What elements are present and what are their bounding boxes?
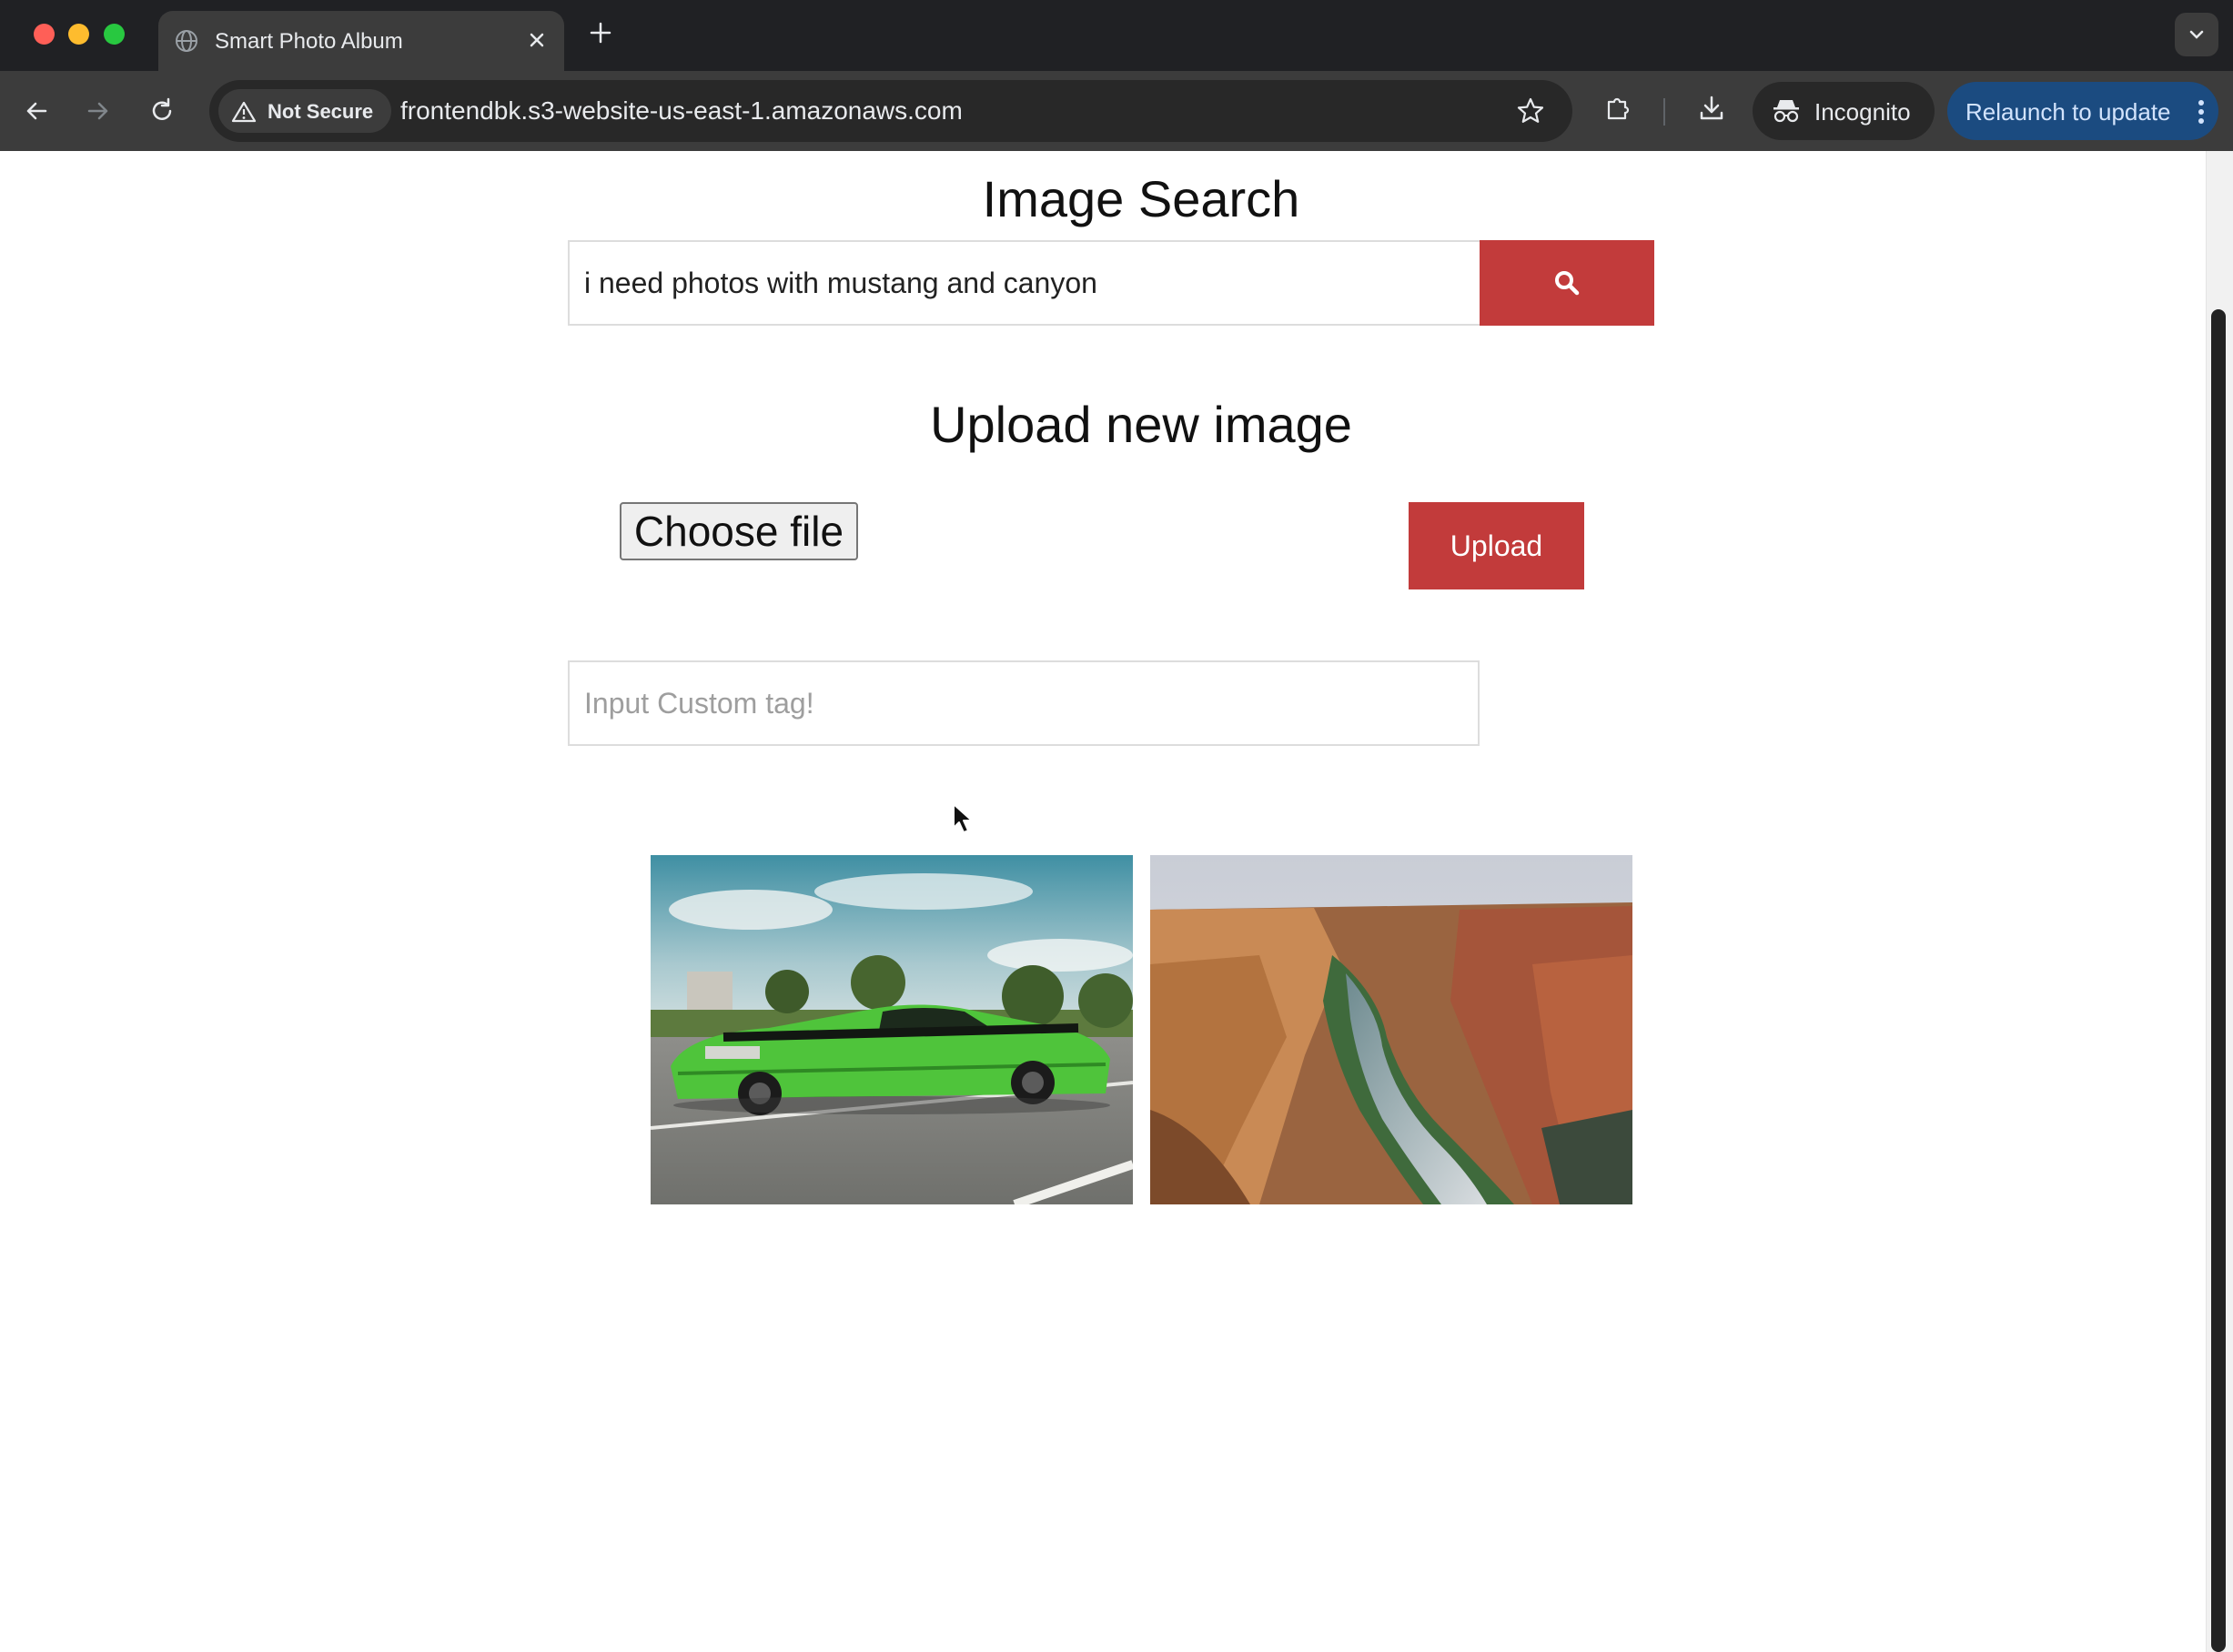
upload-heading: Upload new image [930,396,1352,453]
star-icon[interactable] [1516,96,1545,130]
tab-strip: Smart Photo Album [0,0,2233,71]
incognito-label: Incognito [1814,98,1911,126]
search-input[interactable] [568,240,1480,326]
mouse-cursor-icon [952,802,975,840]
browser-tab[interactable]: Smart Photo Album [158,11,564,71]
choose-file-button[interactable]: Choose file [620,502,858,560]
url-text[interactable]: frontendbk.s3-website-us-east-1.amazonaw… [400,96,963,126]
page-content: Image Search Upload new image Choose fil… [0,151,2206,1652]
search-button[interactable] [1480,240,1654,326]
upload-button[interactable]: Upload [1409,502,1584,589]
toolbar-divider [1663,98,1665,126]
security-label: Not Secure [268,100,374,123]
result-image-canyon[interactable] [1150,855,1632,1204]
globe-icon [175,29,198,57]
minimize-window-button[interactable] [68,24,89,45]
address-bar[interactable]: Not Secure frontendbk.s3-website-us-east… [209,80,1572,142]
reload-icon[interactable] [146,95,178,127]
relaunch-label: Relaunch to update [1965,98,2171,126]
tab-search-button[interactable] [2175,13,2218,56]
result-image-mustang[interactable] [651,855,1133,1204]
download-icon[interactable] [1696,93,1727,128]
forward-arrow-icon[interactable] [82,95,115,127]
more-vert-icon[interactable] [2197,98,2206,130]
tab-title: Smart Photo Album [215,29,403,54]
close-window-button[interactable] [34,24,55,45]
custom-tag-input[interactable] [568,660,1480,746]
browser-toolbar: Not Secure frontendbk.s3-website-us-east… [0,71,2233,151]
relaunch-to-update-button[interactable]: Relaunch to update [1947,82,2218,140]
scrollbar-thumb[interactable] [2211,309,2226,1652]
incognito-indicator[interactable]: Incognito [1753,82,1935,140]
security-chip[interactable]: Not Secure [218,89,391,133]
back-arrow-icon[interactable] [20,95,53,127]
plus-icon[interactable] [586,18,615,52]
search-heading: Image Search [982,170,1300,227]
maximize-window-button[interactable] [104,24,125,45]
extensions-icon[interactable] [1603,93,1634,128]
close-icon[interactable] [524,27,550,57]
